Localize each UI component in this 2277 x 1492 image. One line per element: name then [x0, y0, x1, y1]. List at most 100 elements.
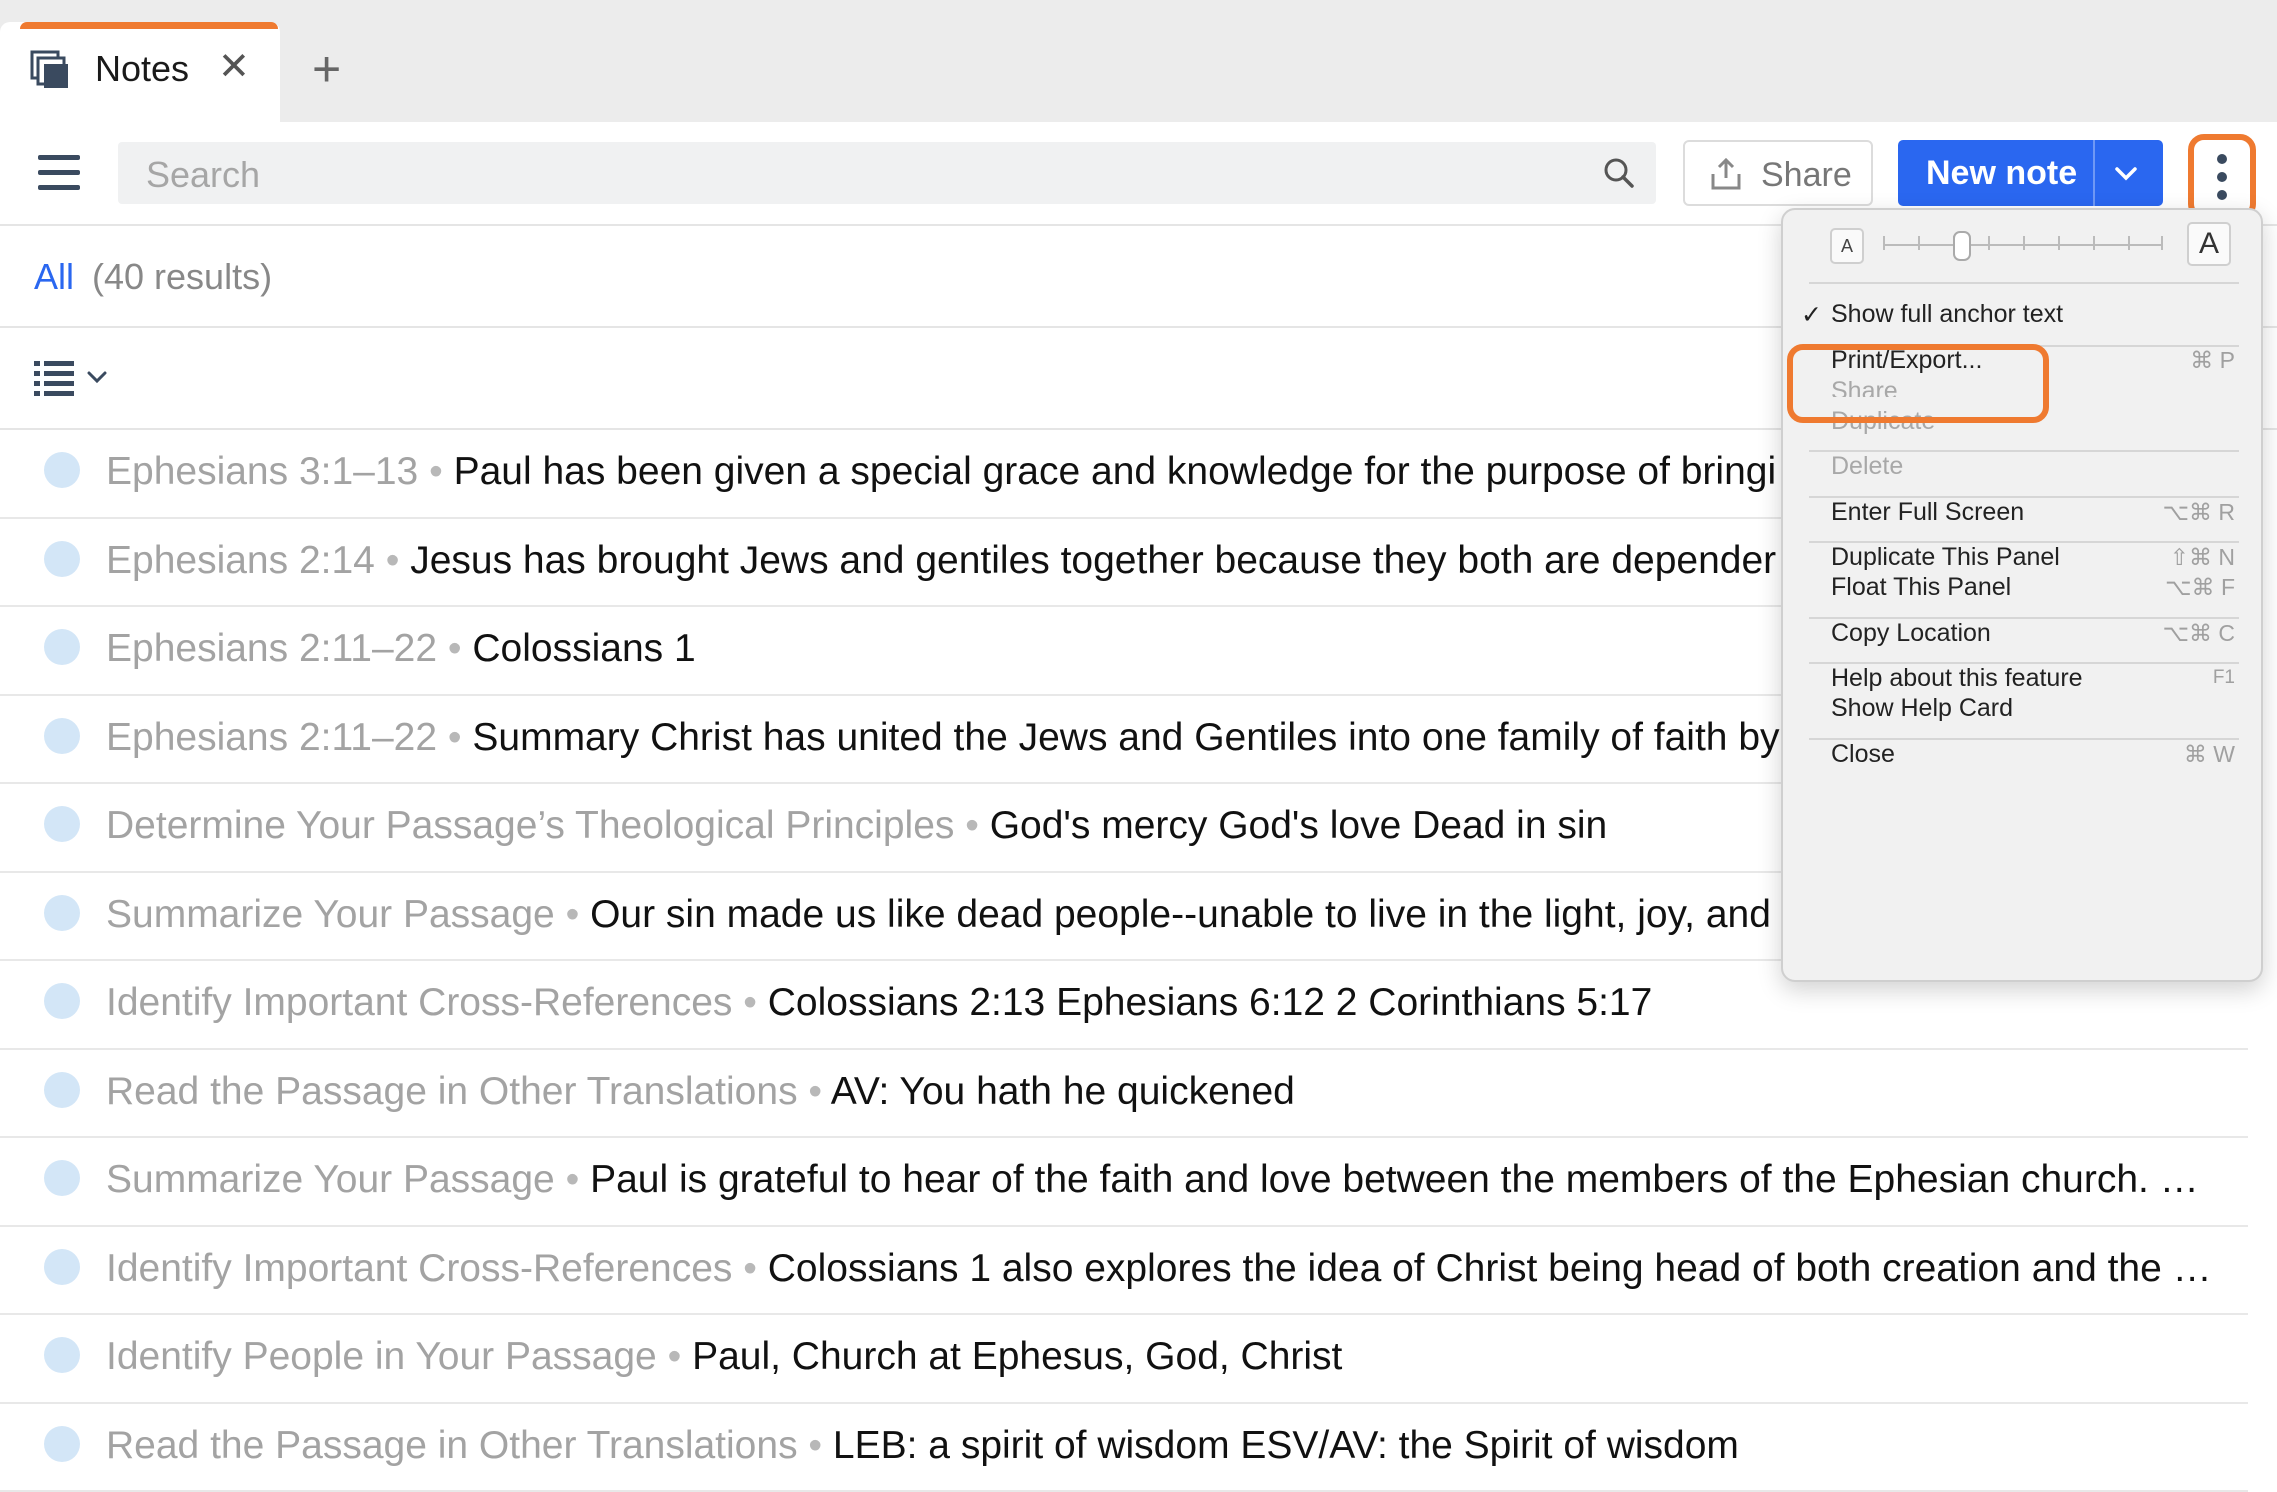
search-input[interactable]: Search	[118, 142, 1656, 204]
separator-dot: •	[555, 1158, 590, 1201]
shortcut-duplicate-panel: ⇧⌘ N	[2170, 544, 2235, 571]
separator-dot: •	[954, 804, 989, 847]
note-content: Jesus has brought Jews and gentiles toge…	[410, 539, 1776, 582]
note-content: God's mercy God's love Dead in sin	[990, 804, 1608, 847]
separator-dot: •	[555, 893, 590, 936]
note-anchor: Determine Your Passage’s Theological Pri…	[106, 804, 954, 847]
shortcut-close: ⌘ W	[2184, 741, 2235, 768]
note-status-icon[interactable]	[44, 718, 80, 754]
note-anchor: Ephesians 2:11–22	[106, 716, 437, 759]
list-item[interactable]: Identify Important Cross-References • Co…	[0, 1227, 2248, 1316]
filter-all-link[interactable]: All	[34, 256, 74, 298]
new-note-button[interactable]: New note	[1898, 140, 2163, 206]
note-status-icon[interactable]	[44, 541, 80, 577]
slider-tick	[2161, 236, 2163, 250]
note-content: LEB: a spirit of wisdom ESV/AV: the Spir…	[833, 1424, 1739, 1467]
checkmark-icon: ✓	[1801, 300, 1822, 330]
separator-dot: •	[798, 1424, 833, 1467]
note-status-icon[interactable]	[44, 895, 80, 931]
note-text: Read the Passage in Other Translations •…	[106, 1422, 2216, 1470]
list-view-icon[interactable]	[34, 358, 76, 403]
note-content: Our sin made us like dead people--unable…	[590, 893, 1771, 936]
note-content: Colossians 1 also explores the idea of C…	[768, 1247, 2212, 1290]
share-button[interactable]: Share	[1683, 140, 1873, 206]
share-button-label: Share	[1761, 156, 1852, 195]
slider-tick	[1883, 236, 1885, 250]
note-anchor: Summarize Your Passage	[106, 893, 555, 936]
note-status-icon[interactable]	[44, 1072, 80, 1108]
note-status-icon[interactable]	[44, 1160, 80, 1196]
menu-item-copy-location[interactable]: Copy Location	[1831, 619, 1991, 648]
separator-dot: •	[657, 1335, 692, 1378]
shortcut-help-feature: F1	[2213, 667, 2235, 689]
note-anchor: Identify People in Your Passage	[106, 1335, 657, 1378]
chevron-down-icon[interactable]	[86, 368, 108, 391]
separator-dot: •	[732, 981, 767, 1024]
note-text: Identify Important Cross-References • Co…	[106, 1245, 2216, 1293]
menu-item-delete[interactable]: Delete	[1831, 452, 1903, 481]
text-size-small-button[interactable]: A	[1830, 228, 1864, 264]
note-status-icon[interactable]	[44, 983, 80, 1019]
note-content: Colossians 1	[472, 627, 695, 670]
button-divider	[2093, 140, 2095, 206]
notes-stack-icon	[30, 50, 70, 95]
separator-dot: •	[798, 1070, 831, 1113]
separator-dot: •	[732, 1247, 767, 1290]
text-size-slider-handle[interactable]	[1953, 231, 1971, 261]
new-tab-icon[interactable]: +	[312, 44, 341, 94]
shortcut-full-screen: ⌥⌘ R	[2162, 499, 2235, 526]
ellipsis-dot	[2217, 172, 2227, 182]
note-text: Identify Important Cross-References • Co…	[106, 979, 2216, 1027]
list-item[interactable]: Summarize Your Passage • Paul is gratefu…	[0, 1138, 2248, 1227]
print-export-highlight	[1787, 344, 2049, 423]
active-tab-indicator	[20, 22, 278, 29]
list-item[interactable]: Identify People in Your Passage • Paul, …	[0, 1315, 2248, 1404]
note-status-icon[interactable]	[44, 452, 80, 488]
menu-item-enter-full-screen[interactable]: Enter Full Screen	[1831, 498, 2024, 527]
share-upload-icon	[1709, 156, 1743, 197]
shortcut-float-panel: ⌥⌘ F	[2165, 574, 2235, 601]
search-icon[interactable]	[1602, 156, 1636, 195]
note-anchor: Ephesians 2:11–22	[106, 627, 437, 670]
note-content: Paul has been given a special grace and …	[454, 450, 1777, 493]
slider-tick	[1988, 236, 1990, 250]
ellipsis-dot	[2217, 190, 2227, 200]
note-status-icon[interactable]	[44, 629, 80, 665]
separator-dot: •	[418, 450, 453, 493]
hamburger-icon[interactable]	[38, 155, 80, 200]
options-menu: A A ✓ Show full anchor text Print/Export…	[1781, 208, 2263, 982]
note-anchor: Ephesians 2:14	[106, 539, 375, 582]
search-placeholder: Search	[146, 154, 260, 196]
menu-item-help-feature[interactable]: Help about this feature	[1831, 664, 2083, 693]
chevron-down-icon[interactable]	[2111, 160, 2141, 193]
note-anchor: Read the Passage in Other Translations	[106, 1424, 798, 1467]
note-status-icon[interactable]	[44, 806, 80, 842]
separator-dot: •	[437, 627, 472, 670]
note-text: Identify People in Your Passage • Paul, …	[106, 1333, 2216, 1381]
result-count: (40 results)	[92, 256, 272, 298]
text-size-large-button[interactable]: A	[2187, 222, 2231, 266]
menu-item-float-panel[interactable]: Float This Panel	[1831, 573, 2011, 602]
menu-item-show-full-anchor-text[interactable]: Show full anchor text	[1831, 300, 2063, 329]
note-status-icon[interactable]	[44, 1249, 80, 1285]
slider-tick	[2093, 236, 2095, 250]
note-anchor: Identify Important Cross-References	[106, 981, 732, 1024]
menu-item-show-help-card[interactable]: Show Help Card	[1831, 694, 2013, 723]
new-note-label: New note	[1926, 154, 2077, 193]
tab-close-icon[interactable]: ✕	[218, 48, 250, 86]
menu-item-close[interactable]: Close	[1831, 740, 1895, 769]
note-anchor: Identify Important Cross-References	[106, 1247, 732, 1290]
note-content: Paul is grateful to hear of the faith an…	[590, 1158, 2199, 1201]
note-status-icon[interactable]	[44, 1337, 80, 1373]
menu-item-duplicate-panel[interactable]: Duplicate This Panel	[1831, 543, 2060, 572]
shortcut-print-export: ⌘ P	[2190, 347, 2235, 374]
note-content: Summary Christ has united the Jews and G…	[472, 716, 1779, 759]
note-content: Paul, Church at Ephesus, God, Christ	[692, 1335, 1342, 1378]
note-anchor: Summarize Your Passage	[106, 1158, 555, 1201]
menu-divider	[1809, 282, 2239, 284]
shortcut-copy-location: ⌥⌘ C	[2162, 620, 2235, 647]
note-status-icon[interactable]	[44, 1426, 80, 1462]
list-item[interactable]: Read the Passage in Other Translations •…	[0, 1050, 2248, 1139]
vertical-ellipsis-icon	[2217, 154, 2227, 164]
note-content: AV: You hath he quickened	[831, 1070, 1295, 1113]
